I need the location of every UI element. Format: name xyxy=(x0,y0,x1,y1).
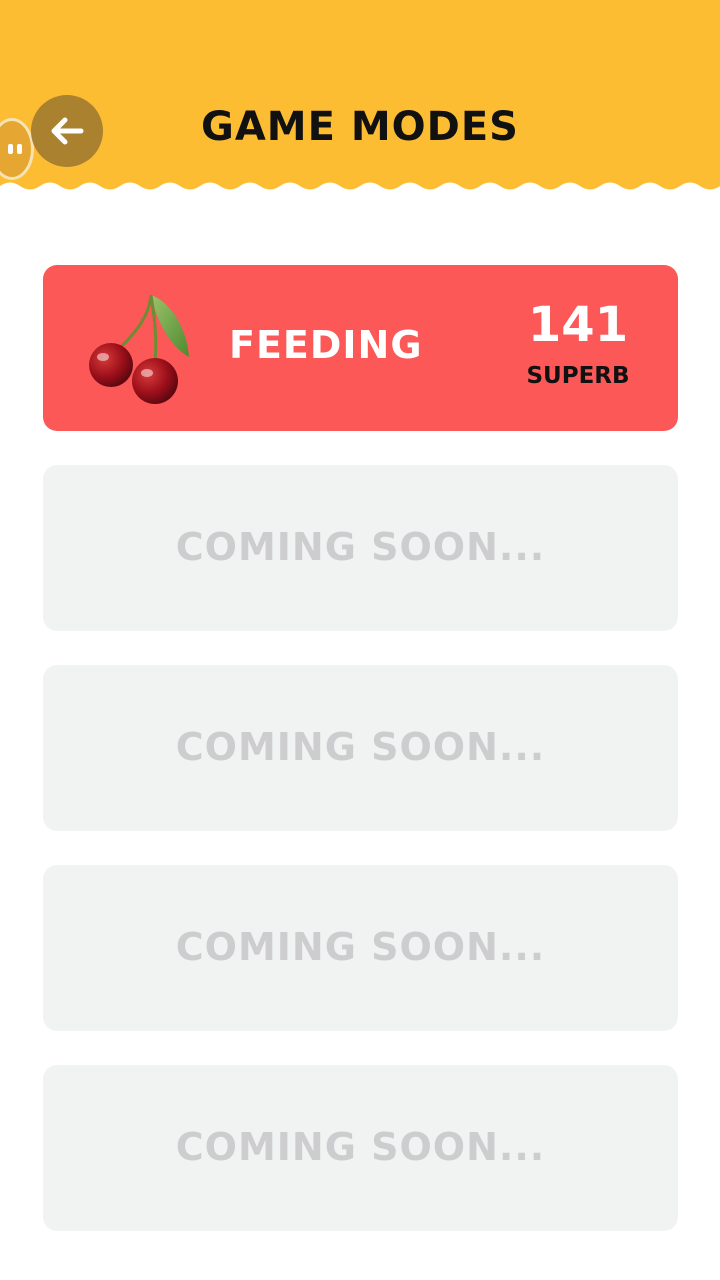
coming-soon-label: COMING SOON... xyxy=(175,725,546,769)
mode-card-locked: COMING SOON... xyxy=(43,665,678,831)
mode-card-locked: COMING SOON... xyxy=(43,465,678,631)
score-value: 141 xyxy=(527,297,629,353)
coming-soon-label: COMING SOON... xyxy=(175,1125,546,1169)
cherry-icon xyxy=(89,294,189,404)
coming-soon-label: COMING SOON... xyxy=(175,925,546,969)
mode-card-feeding[interactable]: FEEDING 141 SUPERB xyxy=(43,265,678,431)
mode-card-locked: COMING SOON... xyxy=(43,1065,678,1231)
mode-label-feeding: FEEDING xyxy=(229,323,423,367)
header-wave-background xyxy=(0,0,720,190)
coming-soon-label: COMING SOON... xyxy=(175,525,546,569)
score-rating: SUPERB xyxy=(526,363,630,389)
game-modes-screen: GAME MODES FEEDING 141 SUPERB COMING SOO… xyxy=(0,0,720,1280)
page-title: GAME MODES xyxy=(201,104,519,150)
header-bar: GAME MODES xyxy=(0,0,720,200)
mode-card-locked: COMING SOON... xyxy=(43,865,678,1031)
